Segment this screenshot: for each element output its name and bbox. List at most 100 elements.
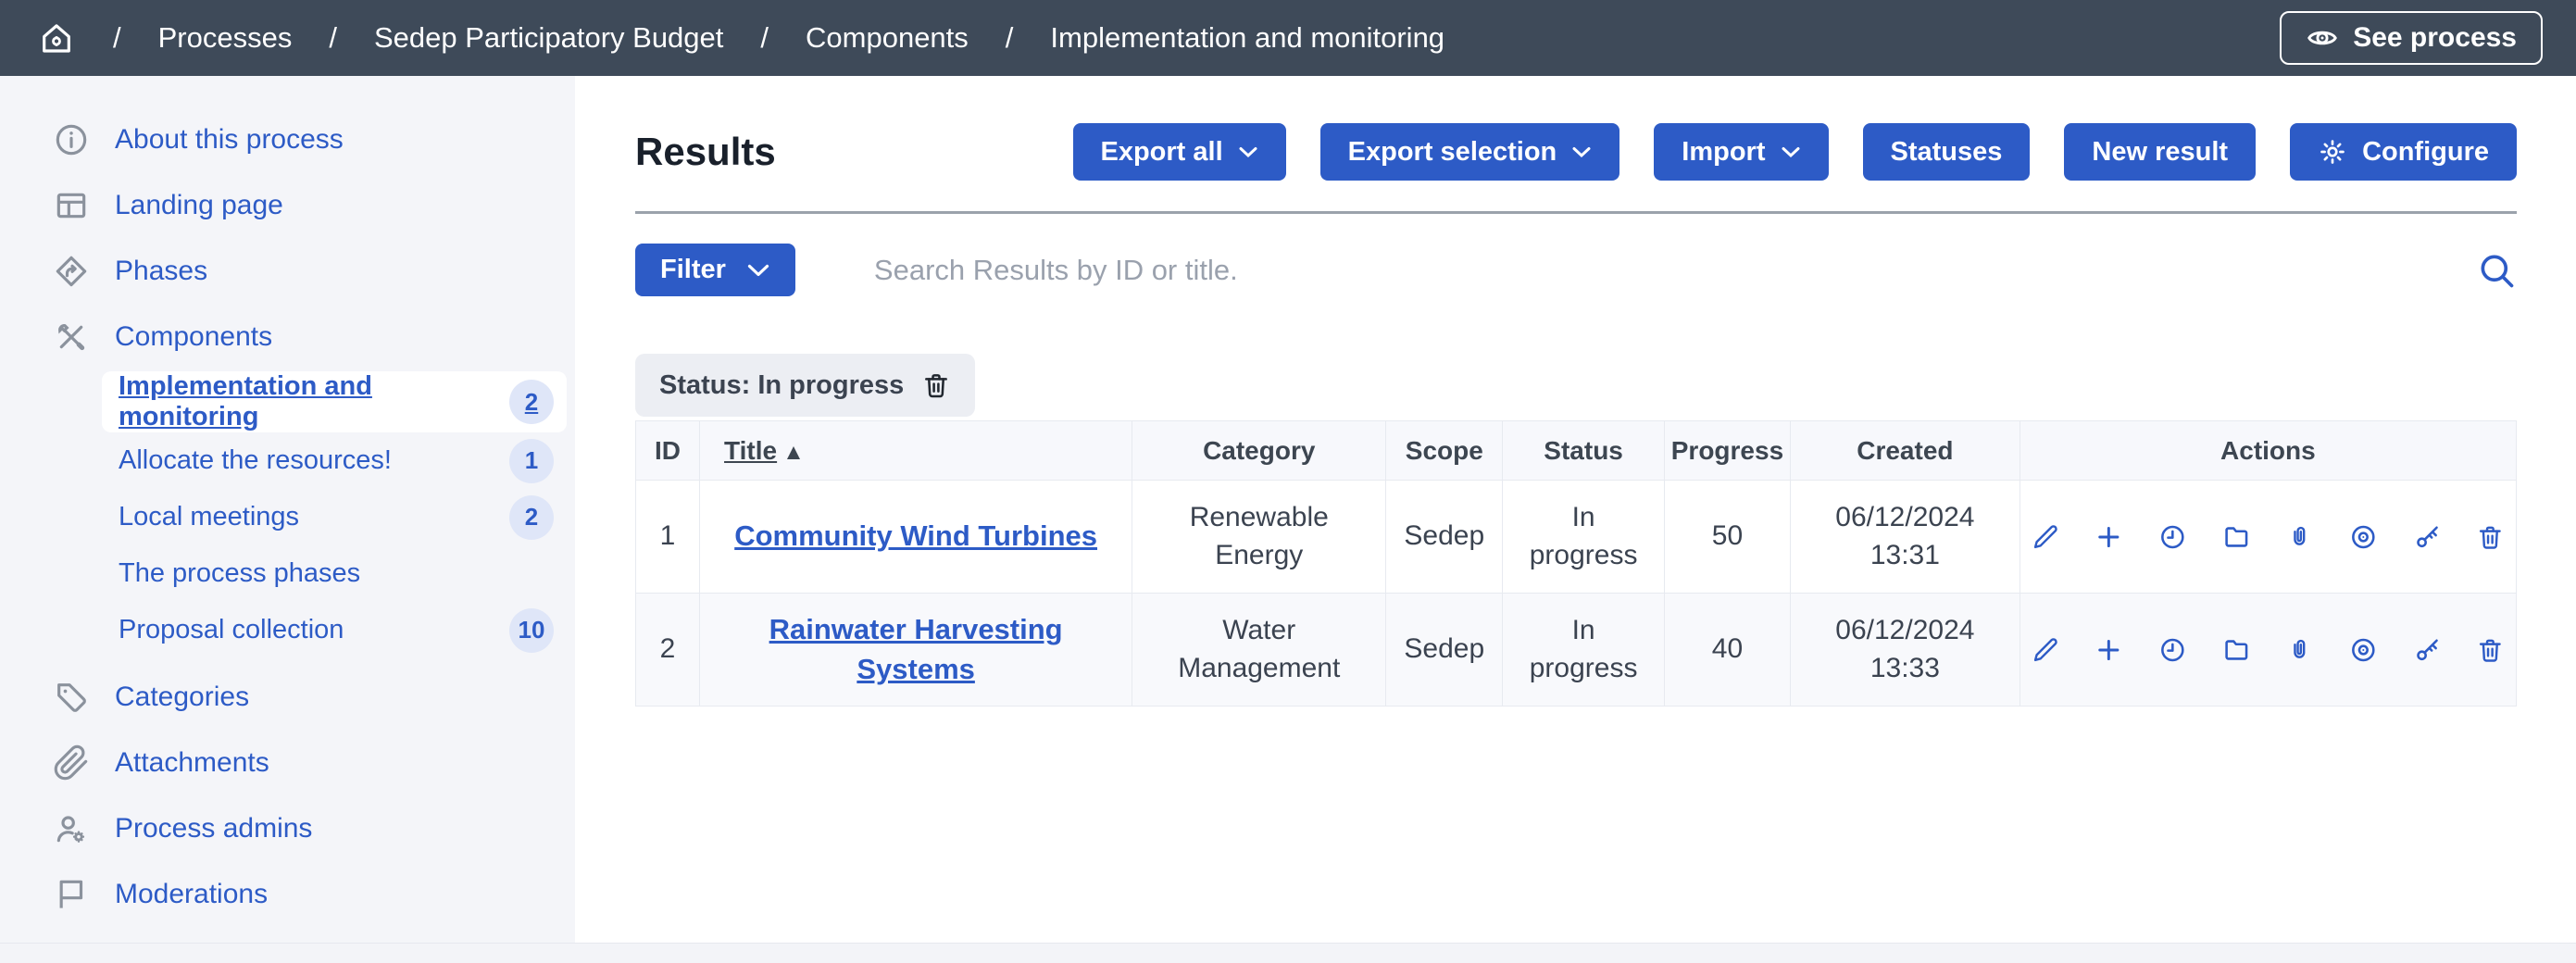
timeline-clock-icon[interactable] — [2158, 519, 2187, 555]
sidebar-item-phases[interactable]: Phases — [0, 238, 575, 304]
header-scope: Scope — [1386, 421, 1503, 481]
export-selection-button[interactable]: Export selection — [1320, 123, 1620, 181]
breadcrumb-processes[interactable]: Processes — [158, 21, 293, 55]
subnav-item-the-process-phases[interactable]: The process phases — [102, 545, 567, 602]
search-button[interactable] — [2476, 250, 2517, 291]
configure-label: Configure — [2362, 137, 2489, 168]
topbar: / Processes / Sedep Participatory Budget… — [0, 0, 2576, 76]
sort-asc-icon: ▲ — [782, 440, 805, 465]
chevron-down-icon — [1238, 145, 1258, 158]
remove-filter-trash-icon[interactable] — [921, 370, 951, 400]
preview-target-icon[interactable] — [2349, 519, 2378, 555]
phases-diamond-icon — [53, 253, 90, 290]
row-actions — [2032, 632, 2505, 668]
edit-pencil-icon[interactable] — [2032, 519, 2060, 555]
sidebar-item-attachments[interactable]: Attachments — [0, 730, 575, 795]
header-actions: Actions — [2020, 421, 2516, 481]
attachment-paperclip-icon[interactable] — [2285, 519, 2314, 555]
user-gear-icon — [53, 810, 90, 847]
import-button[interactable]: Import — [1654, 123, 1828, 181]
layout-grid-icon — [53, 187, 90, 224]
footer-strip — [0, 943, 2576, 963]
table-row: 2 Rainwater Harvesting Systems Water Man… — [636, 594, 2517, 707]
flag-icon — [53, 876, 90, 913]
header-progress: Progress — [1664, 421, 1790, 481]
eye-icon — [2306, 21, 2339, 55]
chevron-down-icon — [1781, 145, 1801, 158]
cell-created: 06/12/2024 13:31 — [1790, 481, 2020, 594]
subnav-item-local-meetings[interactable]: Local meetings 2 — [102, 489, 567, 545]
cell-created: 06/12/2024 13:33 — [1790, 594, 2020, 707]
delete-trash-icon[interactable] — [2476, 519, 2505, 555]
active-filter-chip[interactable]: Status: In progress — [635, 354, 975, 417]
results-table: ID Title▲ Category Scope Status Progress… — [635, 420, 2517, 707]
tag-icon — [53, 679, 90, 716]
statuses-button[interactable]: Statuses — [1863, 123, 2031, 181]
cell-category: Renewable Energy — [1132, 481, 1386, 594]
timeline-clock-icon[interactable] — [2158, 632, 2187, 668]
gear-icon — [2318, 137, 2347, 167]
preview-target-icon[interactable] — [2349, 632, 2378, 668]
subnav-item-label: Proposal collection — [119, 615, 344, 645]
search-input[interactable] — [874, 254, 2476, 287]
breadcrumb-current-component[interactable]: Implementation and monitoring — [1050, 21, 1444, 55]
cell-id: 2 — [636, 594, 700, 707]
sidebar-item-about[interactable]: About this process — [0, 106, 575, 172]
breadcrumb-separator: / — [1006, 21, 1014, 55]
header-status: Status — [1503, 421, 1665, 481]
add-plus-icon[interactable] — [2095, 632, 2123, 668]
export-all-button[interactable]: Export all — [1073, 123, 1286, 181]
sort-by-title-link[interactable]: Title — [724, 436, 777, 465]
chip-label: Status: In progress — [659, 370, 904, 401]
result-title-link[interactable]: Community Wind Turbines — [734, 519, 1097, 552]
sidebar-item-label: Components — [115, 321, 272, 353]
sidebar-item-label: Attachments — [115, 747, 269, 779]
sidebar-item-moderations[interactable]: Moderations — [0, 861, 575, 927]
breadcrumb-process-name[interactable]: Sedep Participatory Budget — [374, 21, 723, 55]
filter-button[interactable]: Filter — [635, 244, 795, 296]
subnav-item-allocate-the-resources[interactable]: Allocate the resources! 1 — [102, 432, 567, 489]
sidebar-item-label: Phases — [115, 256, 207, 287]
sidebar-item-components[interactable]: Components — [0, 304, 575, 369]
subnav-item-implementation-and-monitoring[interactable]: Implementation and monitoring 2 — [102, 371, 567, 432]
header-category: Category — [1132, 421, 1386, 481]
count-badge: 1 — [509, 439, 554, 483]
cell-scope: Sedep — [1386, 594, 1503, 707]
subnav-item-proposal-collection[interactable]: Proposal collection 10 — [102, 602, 567, 658]
result-title-link[interactable]: Rainwater Harvesting Systems — [769, 613, 1063, 685]
page-title: Results — [635, 130, 776, 174]
sidebar-item-categories[interactable]: Categories — [0, 664, 575, 730]
new-result-label: New result — [2092, 137, 2228, 168]
permissions-key-icon[interactable] — [2413, 519, 2442, 555]
project-folder-icon[interactable] — [2222, 632, 2251, 668]
toolbar: Export all Export selection Import — [1073, 123, 2518, 181]
permissions-key-icon[interactable] — [2413, 632, 2442, 668]
home-link[interactable] — [37, 19, 76, 57]
configure-button[interactable]: Configure — [2290, 123, 2517, 181]
sidebar-item-label: Categories — [115, 682, 249, 713]
row-actions — [2032, 519, 2505, 555]
delete-trash-icon[interactable] — [2476, 632, 2505, 668]
count-badge: 2 — [509, 380, 554, 424]
sidebar-item-label: Process admins — [115, 813, 312, 844]
cell-progress: 50 — [1664, 481, 1790, 594]
count-badge: 2 — [509, 495, 554, 540]
filter-row: Filter — [635, 244, 2517, 296]
chevron-down-icon — [1571, 145, 1592, 158]
subnav-item-label: Local meetings — [119, 502, 299, 532]
add-plus-icon[interactable] — [2095, 519, 2123, 555]
breadcrumb-components[interactable]: Components — [806, 21, 969, 55]
paperclip-icon — [53, 744, 90, 782]
components-subnav: Implementation and monitoring 2 Allocate… — [0, 371, 575, 658]
edit-pencil-icon[interactable] — [2032, 632, 2060, 668]
new-result-button[interactable]: New result — [2064, 123, 2256, 181]
see-process-button[interactable]: See process — [2280, 11, 2543, 65]
statuses-label: Statuses — [1891, 137, 2003, 168]
sidebar-item-process-admins[interactable]: Process admins — [0, 795, 575, 861]
cell-status: In progress — [1503, 594, 1665, 707]
cell-category: Water Management — [1132, 594, 1386, 707]
sidebar-item-landing-page[interactable]: Landing page — [0, 172, 575, 238]
project-folder-icon[interactable] — [2222, 519, 2251, 555]
attachment-paperclip-icon[interactable] — [2285, 632, 2314, 668]
export-selection-label: Export selection — [1348, 137, 1557, 168]
